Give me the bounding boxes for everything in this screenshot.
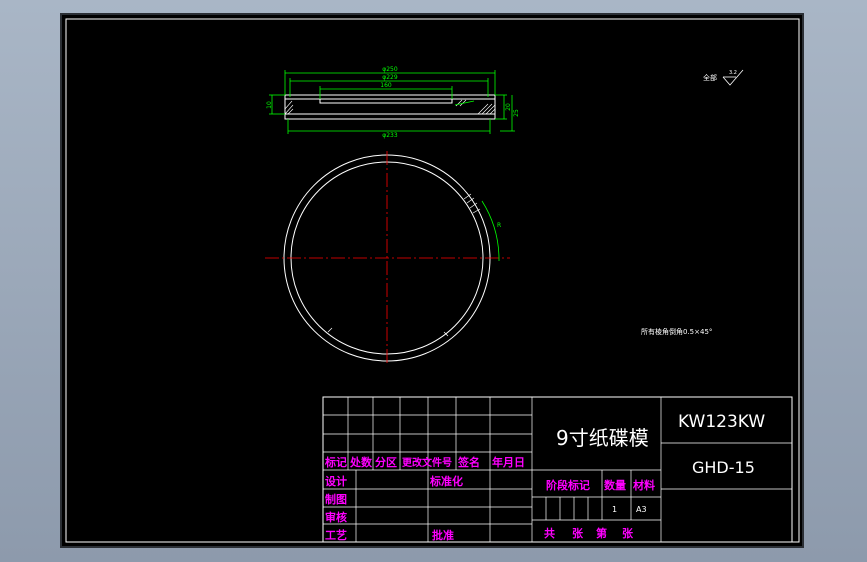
- dim-d160: 160: [380, 82, 392, 89]
- header-date: 年月日: [492, 455, 525, 469]
- part-code: KW123KW: [678, 412, 765, 432]
- role-review: 审核: [325, 510, 347, 524]
- section-hatch-left: [284, 100, 294, 115]
- section-recess: [319, 99, 453, 104]
- roughness-label: 全部: [703, 73, 717, 82]
- role-process: 工艺: [325, 528, 347, 542]
- sheet-info: 共 张 第 张: [544, 526, 634, 540]
- role-labels: 设计 制图 审核 工艺 标准化 批准: [325, 474, 463, 542]
- roughness-note: 全部 3.2: [703, 69, 744, 86]
- dim-h25: 25: [513, 109, 520, 117]
- sheet-unit-label: 张: [572, 526, 584, 540]
- material-header: 材料: [633, 478, 655, 492]
- radius-arc: [481, 200, 500, 262]
- header-change-doc: 更改文件号: [402, 456, 452, 469]
- revision-headers: 标记 处数 分区 更改文件号 签名 年月日: [324, 455, 525, 469]
- dim-h10: 10: [266, 101, 273, 109]
- quantity-header: 数量: [604, 478, 626, 492]
- standardization-label: 标准化: [429, 474, 463, 488]
- sheet-unit-label-2: 张: [622, 526, 634, 540]
- material-value: A3: [636, 505, 647, 514]
- section-hatch-right: [455, 99, 496, 115]
- drawing-sheet: φ250 φ229 160 φ233 10 20 25 全部 3.2 R 所有棱…: [60, 13, 804, 548]
- dim-radius: R: [497, 222, 501, 229]
- sheet-total-label: 共: [544, 526, 555, 540]
- role-drafting: 制图: [325, 492, 347, 506]
- quantity-value: 1: [612, 505, 617, 514]
- section-view: φ250 φ229 160 φ233 10 20 25: [266, 66, 520, 139]
- approval-label: 批准: [432, 528, 454, 542]
- role-design: 设计: [325, 474, 347, 488]
- title-block: 标记 处数 分区 更改文件号 签名 年月日 设计 制图 审核 工艺 标准化 批准…: [322, 396, 793, 543]
- header-mark: 标记: [324, 455, 347, 469]
- chamfer-note: 所有棱角倒角0.5×45°: [641, 327, 712, 336]
- dim-d229: φ229: [382, 74, 398, 81]
- cad-drawing: φ250 φ229 160 φ233 10 20 25 全部 3.2 R 所有棱…: [65, 18, 800, 543]
- notch-detail: [327, 193, 481, 337]
- part-name: 9寸纸碟模: [556, 426, 649, 450]
- stage-headers: 阶段标记 数量 材料: [546, 478, 655, 492]
- roughness-value: 3.2: [729, 70, 737, 76]
- dim-d250: φ250: [382, 66, 398, 73]
- drawing-number: GHD-15: [692, 458, 755, 477]
- sheet-index-label: 第: [596, 526, 607, 540]
- header-signature: 签名: [457, 455, 480, 469]
- dim-d233: φ233: [382, 132, 398, 139]
- header-zone: 分区: [375, 455, 397, 469]
- dim-h20: 20: [505, 103, 512, 111]
- plan-view: R: [265, 151, 510, 363]
- header-count: 处数: [349, 455, 373, 469]
- stage-mark-header: 阶段标记: [546, 478, 590, 492]
